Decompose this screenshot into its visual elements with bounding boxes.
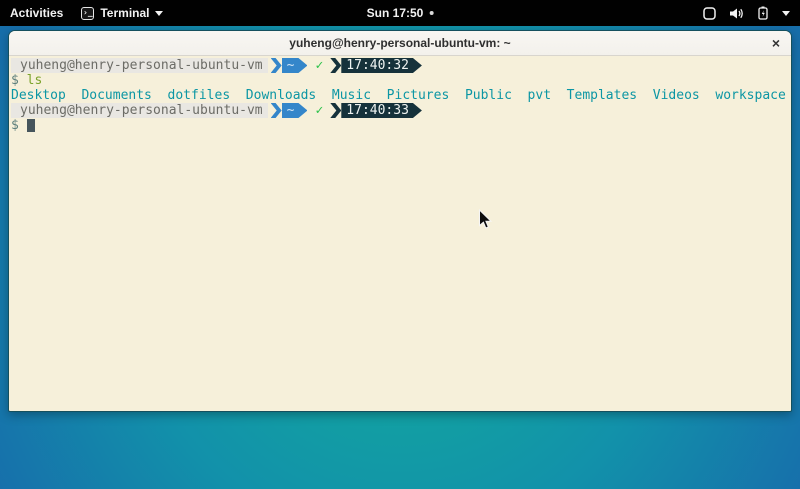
app-menu-terminal[interactable]: ›_ Terminal bbox=[81, 6, 163, 20]
check-icon: ✓ bbox=[315, 58, 323, 73]
window-title: yuheng@henry-personal-ubuntu-vm: ~ bbox=[289, 36, 510, 50]
dir-item: Documents bbox=[81, 88, 151, 103]
close-button[interactable]: × bbox=[772, 36, 780, 50]
notification-dot bbox=[429, 11, 433, 15]
text-cursor bbox=[27, 119, 35, 132]
prompt-time: 17:40:32 bbox=[341, 58, 422, 73]
powerline-arrow-icon bbox=[330, 103, 341, 118]
app-menu-label: Terminal bbox=[100, 6, 149, 20]
command-text: ls bbox=[27, 73, 43, 88]
command-line: $ ls bbox=[11, 73, 789, 88]
clock-button[interactable]: Sun 17:50 bbox=[367, 0, 434, 26]
dir-item: workspace bbox=[715, 88, 785, 103]
dir-item: dotfiles bbox=[168, 88, 231, 103]
volume-icon bbox=[729, 7, 744, 20]
clock-label: Sun 17:50 bbox=[367, 6, 424, 20]
powerline-arrow-icon bbox=[271, 103, 282, 118]
top-bar-left: Activities ›_ Terminal bbox=[10, 6, 163, 20]
display-icon bbox=[703, 7, 716, 20]
activities-label: Activities bbox=[10, 6, 63, 20]
dir-item: Desktop bbox=[11, 88, 66, 103]
prompt-user-host: yuheng@henry-personal-ubuntu-vm bbox=[11, 58, 268, 73]
prompt-char: $ bbox=[11, 73, 19, 88]
chevron-down-icon bbox=[155, 11, 163, 16]
prompt-cwd: ~ bbox=[282, 58, 308, 73]
activities-button[interactable]: Activities bbox=[10, 6, 63, 20]
terminal-app-icon: ›_ bbox=[81, 7, 94, 20]
system-status-area[interactable] bbox=[703, 6, 790, 20]
powerline-arrow-icon bbox=[330, 58, 341, 73]
battery-charging-icon bbox=[757, 6, 769, 20]
chevron-down-icon bbox=[782, 11, 790, 16]
check-icon: ✓ bbox=[315, 103, 323, 118]
prompt-char: $ bbox=[11, 118, 19, 133]
dir-item: Templates bbox=[567, 88, 637, 103]
dir-item: Videos bbox=[653, 88, 700, 103]
ls-output-line: Desktop Documents dotfiles Downloads Mus… bbox=[11, 88, 789, 103]
window-titlebar[interactable]: yuheng@henry-personal-ubuntu-vm: ~ × bbox=[9, 31, 791, 56]
dir-item: Public bbox=[465, 88, 512, 103]
prompt-time: 17:40:33 bbox=[341, 103, 422, 118]
dir-item: Downloads bbox=[246, 88, 316, 103]
top-bar: Activities ›_ Terminal Sun 17:50 bbox=[0, 0, 800, 26]
terminal-content[interactable]: yuheng@henry-personal-ubuntu-vm ~ ✓ 17:4… bbox=[9, 56, 791, 412]
prompt-line: yuheng@henry-personal-ubuntu-vm ~ ✓ 17:4… bbox=[11, 103, 789, 118]
prompt-cwd: ~ bbox=[282, 103, 308, 118]
prompt-line: yuheng@henry-personal-ubuntu-vm ~ ✓ 17:4… bbox=[11, 58, 789, 73]
powerline-arrow-icon bbox=[271, 58, 282, 73]
prompt-user-host: yuheng@henry-personal-ubuntu-vm bbox=[11, 103, 268, 118]
input-line[interactable]: $ bbox=[11, 118, 789, 133]
dir-item: Music bbox=[332, 88, 371, 103]
dir-item: pvt bbox=[528, 88, 551, 103]
terminal-window: yuheng@henry-personal-ubuntu-vm: ~ × yuh… bbox=[8, 30, 792, 412]
dir-item: Pictures bbox=[387, 88, 450, 103]
